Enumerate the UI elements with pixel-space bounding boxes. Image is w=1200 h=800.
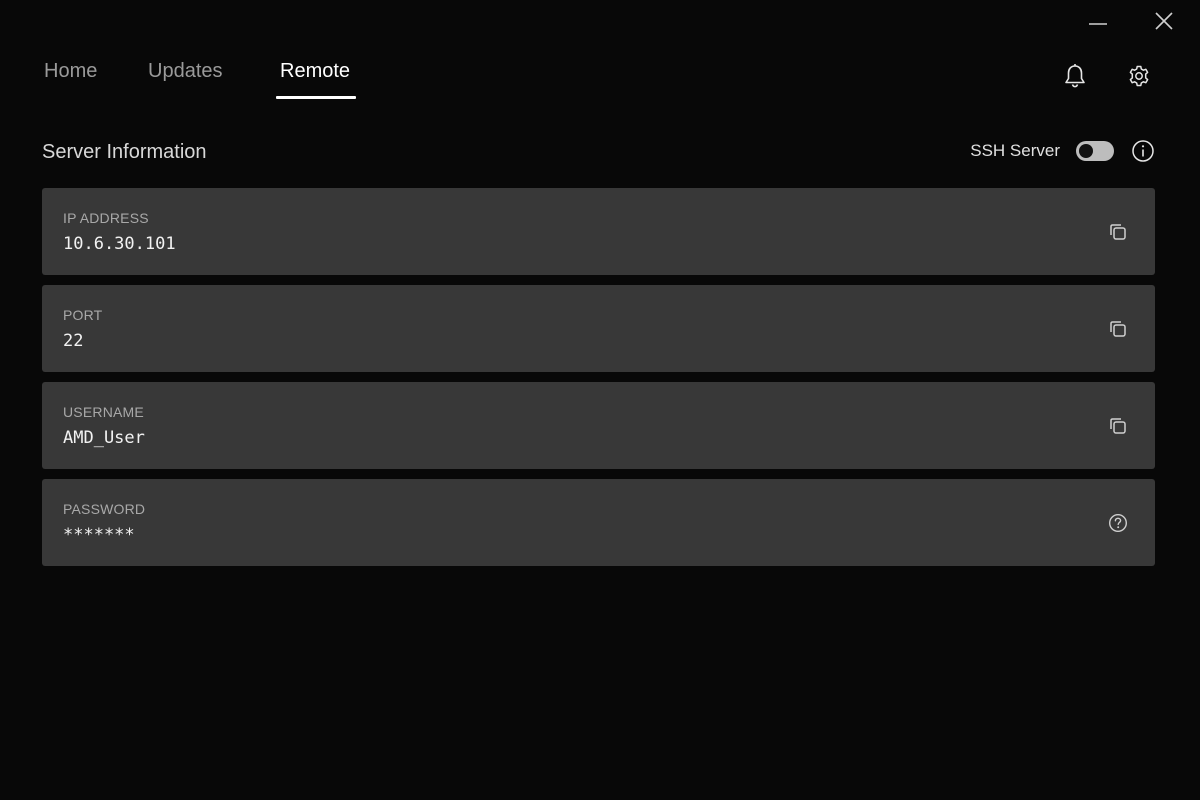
copy-icon xyxy=(1110,321,1126,337)
username-value: AMD_User xyxy=(63,428,145,448)
toggle-knob xyxy=(1079,144,1093,158)
port-card: PORT 22 xyxy=(42,285,1155,372)
username-card: USERNAME AMD_User xyxy=(42,382,1155,469)
bell-icon xyxy=(1065,64,1085,88)
settings-button[interactable] xyxy=(1126,62,1152,90)
copy-icon xyxy=(1110,418,1126,434)
section-title: Server Information xyxy=(42,141,207,163)
password-value: ******* xyxy=(63,525,135,545)
password-card: PASSWORD ******* xyxy=(42,479,1155,566)
gear-icon xyxy=(1129,65,1149,87)
username-label: USERNAME xyxy=(63,404,144,420)
minimize-icon xyxy=(1089,23,1107,25)
ip-address-label: IP ADDRESS xyxy=(63,210,149,226)
tab-home[interactable]: Home xyxy=(44,60,148,95)
password-label: PASSWORD xyxy=(63,501,146,517)
port-label: PORT xyxy=(63,307,103,323)
close-icon xyxy=(1155,12,1173,30)
copy-ip-button[interactable] xyxy=(1106,220,1130,244)
ssh-server-label: SSH Server xyxy=(970,141,1060,160)
tab-updates[interactable]: Updates xyxy=(148,60,280,95)
close-button[interactable] xyxy=(1142,6,1186,36)
ssh-server-control: SSH Server xyxy=(970,138,1156,164)
minimize-button[interactable] xyxy=(1076,6,1120,36)
info-button[interactable] xyxy=(1130,138,1156,164)
ssh-server-toggle[interactable] xyxy=(1076,141,1114,161)
app-window: Home Updates Remote Server Information S… xyxy=(0,0,1200,800)
ip-address-value: 10.6.30.101 xyxy=(63,234,176,254)
copy-username-button[interactable] xyxy=(1106,414,1130,438)
copy-icon xyxy=(1110,224,1126,240)
window-controls xyxy=(1076,6,1186,36)
header-actions xyxy=(1062,62,1152,90)
server-info-list: IP ADDRESS 10.6.30.101 PORT 22 USERNAME xyxy=(42,188,1155,576)
help-icon xyxy=(1108,513,1128,533)
password-help-button[interactable] xyxy=(1106,511,1130,535)
main-tabs: Home Updates Remote xyxy=(44,60,357,99)
notifications-button[interactable] xyxy=(1062,62,1088,90)
port-value: 22 xyxy=(63,331,84,351)
ip-address-card: IP ADDRESS 10.6.30.101 xyxy=(42,188,1155,275)
info-icon xyxy=(1132,140,1154,162)
tab-remote[interactable]: Remote xyxy=(275,60,357,99)
copy-port-button[interactable] xyxy=(1106,317,1130,341)
